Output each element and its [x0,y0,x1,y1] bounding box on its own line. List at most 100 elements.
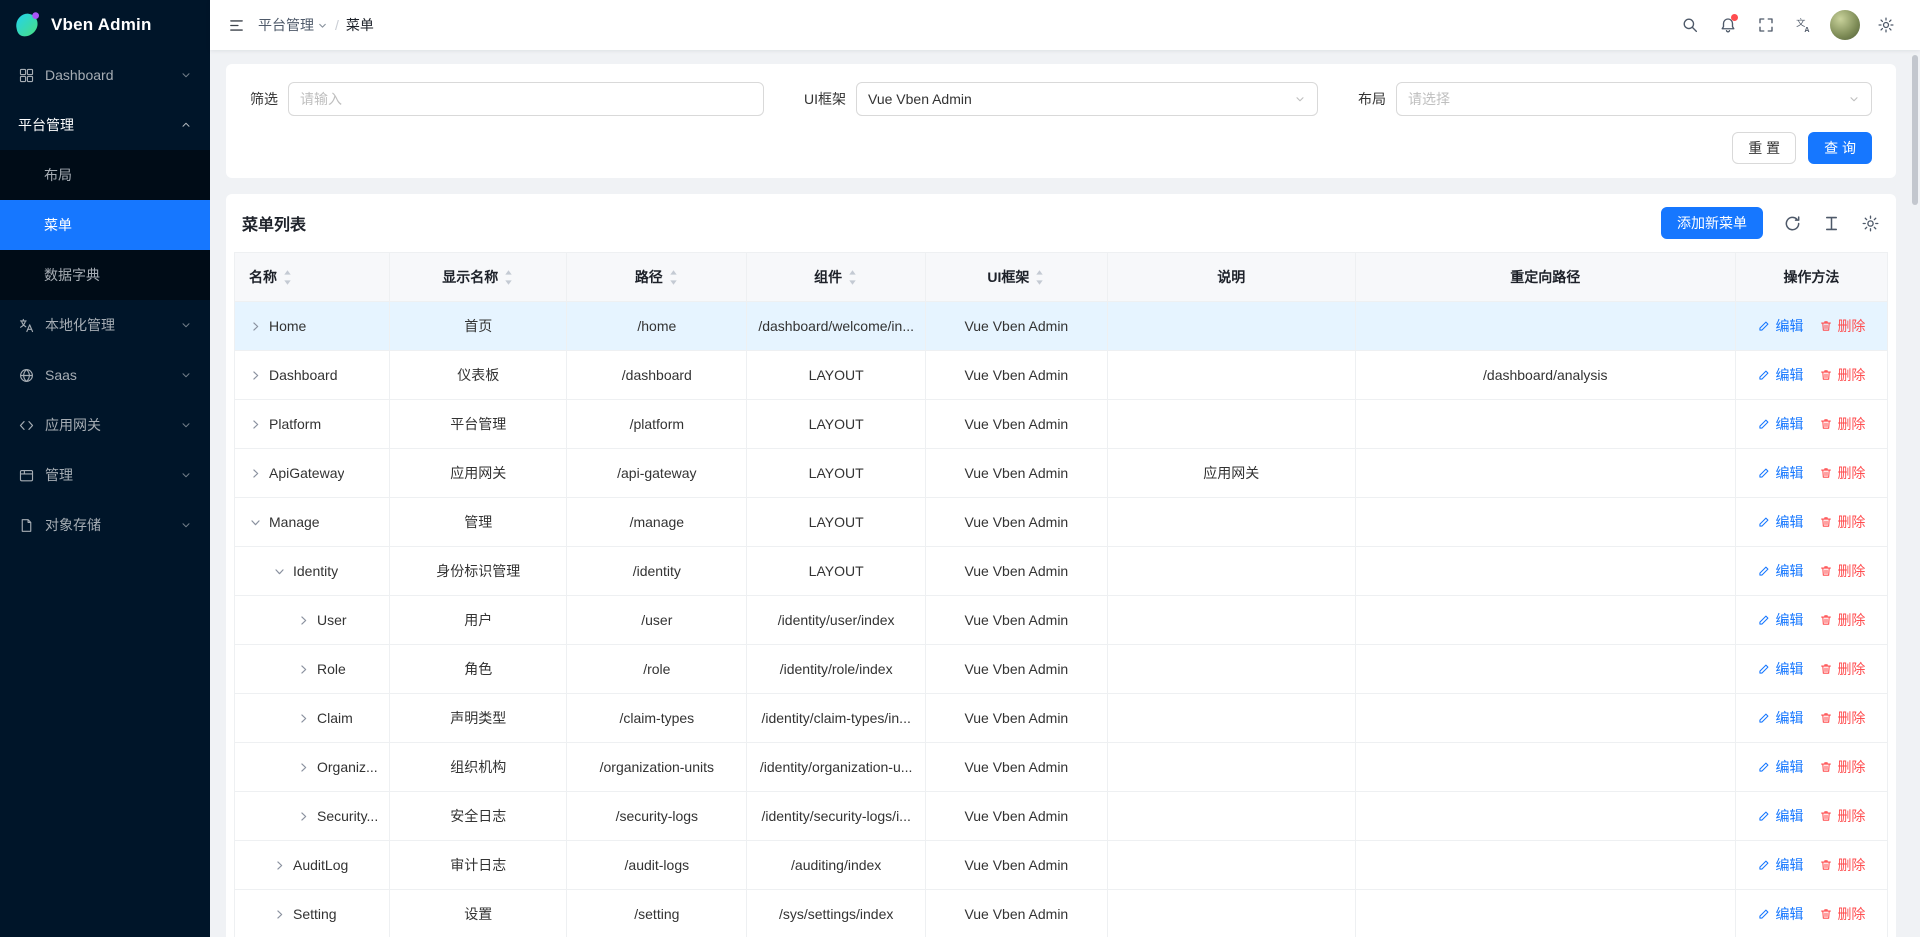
fullscreen-icon[interactable] [1748,7,1784,43]
row-expander-icon[interactable] [273,908,286,921]
user-avatar[interactable] [1830,10,1860,40]
edit-button[interactable]: 编辑 [1757,904,1803,924]
sidebar-item-saas[interactable]: Saas [0,350,210,400]
column-header-ui-framework[interactable]: UI框架 [925,253,1107,302]
scrollbar-thumb[interactable] [1912,55,1918,205]
delete-button[interactable]: 删除 [1819,806,1865,826]
sort-icon[interactable] [282,269,293,286]
column-settings-icon[interactable] [1861,214,1880,233]
cell-value: /identity/organization-u... [760,759,913,775]
table-toolbar-actions: 添加新菜单 [1661,207,1880,239]
delete-button[interactable]: 删除 [1819,365,1865,385]
delete-button[interactable]: 删除 [1819,904,1865,924]
row-expander-icon[interactable] [297,663,310,676]
edit-button[interactable]: 编辑 [1757,610,1803,630]
sidebar-item-object-storage[interactable]: 对象存储 [0,500,210,550]
sidebar-item-app-gateway[interactable]: 应用网关 [0,400,210,450]
reset-button[interactable]: 重 置 [1732,132,1796,164]
query-button[interactable]: 查 询 [1808,132,1872,164]
chevron-down-icon [1848,93,1860,105]
page-scrollbar[interactable] [1909,0,1920,937]
delete-button[interactable]: 删除 [1819,855,1865,875]
edit-button[interactable]: 编辑 [1757,463,1803,483]
language-icon[interactable]: 文A [1786,7,1822,43]
delete-button[interactable]: 删除 [1819,512,1865,532]
sort-icon[interactable] [503,269,514,286]
row-expander-icon[interactable] [273,565,286,578]
cell-value: /role [643,661,670,677]
delete-button[interactable]: 删除 [1819,708,1865,728]
column-header-display-name[interactable]: 显示名称 [390,253,567,302]
row-name: ApiGateway [269,465,344,481]
delete-button-label: 删除 [1837,512,1865,532]
column-header-component[interactable]: 组件 [747,253,926,302]
app-logo[interactable]: Vben Admin [0,0,210,50]
cell-display-name: 组织机构 [390,743,567,792]
edit-button[interactable]: 编辑 [1757,855,1803,875]
search-icon[interactable] [1672,7,1708,43]
delete-button[interactable]: 删除 [1819,610,1865,630]
column-header-path[interactable]: 路径 [567,253,747,302]
delete-button[interactable]: 删除 [1819,561,1865,581]
filter-panel: 筛选 UI框架 Vue Vben Admin 布局 [226,64,1896,178]
row-expander-icon[interactable] [249,516,262,529]
delete-button-label: 删除 [1837,708,1865,728]
edit-button[interactable]: 编辑 [1757,316,1803,336]
row-expander-icon[interactable] [297,712,310,725]
filter-keyword-input[interactable] [288,82,764,116]
row-expander-icon[interactable] [249,418,262,431]
sidebar-subitem-data-dictionary[interactable]: 数据字典 [0,250,210,300]
row-expander-icon[interactable] [273,859,286,872]
edit-button[interactable]: 编辑 [1757,414,1803,434]
row-expander-icon[interactable] [297,810,310,823]
sidebar-subitem-layout[interactable]: 布局 [0,150,210,200]
layout-select[interactable]: 请选择 [1396,82,1872,116]
delete-button[interactable]: 删除 [1819,659,1865,679]
column-header-name[interactable]: 名称 [235,253,390,302]
sort-icon[interactable] [668,269,679,286]
row-expander-icon[interactable] [297,761,310,774]
filter-field-keyword: 筛选 [250,82,764,116]
cell-name: Claim [235,694,390,743]
breadcrumb-parent[interactable]: 平台管理 [258,15,328,35]
edit-button[interactable]: 编辑 [1757,806,1803,826]
sidebar-subitem-menu[interactable]: 菜单 [0,200,210,250]
edit-button[interactable]: 编辑 [1757,708,1803,728]
delete-button[interactable]: 删除 [1819,316,1865,336]
delete-button[interactable]: 删除 [1819,414,1865,434]
row-height-icon[interactable] [1822,214,1841,233]
add-menu-button[interactable]: 添加新菜单 [1661,207,1763,239]
sidebar-item-localization[interactable]: 本地化管理 [0,300,210,350]
edit-button-label: 编辑 [1775,806,1803,826]
table-body: Home首页/home/dashboard/welcome/in...Vue V… [235,302,1888,937]
sidebar-item-manage[interactable]: 管理 [0,450,210,500]
sidebar-collapse-icon[interactable] [220,9,252,41]
edit-button[interactable]: 编辑 [1757,659,1803,679]
cell-value: /home [637,318,676,334]
row-expander-icon[interactable] [249,369,262,382]
edit-button[interactable]: 编辑 [1757,512,1803,532]
notification-bell-icon[interactable] [1710,7,1746,43]
cell-description [1107,596,1355,645]
delete-button[interactable]: 删除 [1819,463,1865,483]
sidebar-item-platform-management[interactable]: 平台管理 [0,100,210,150]
cell-value: LAYOUT [809,563,864,579]
edit-button[interactable]: 编辑 [1757,365,1803,385]
refresh-icon[interactable] [1783,214,1802,233]
sort-icon[interactable] [1034,269,1045,286]
cell-name: User [235,596,390,645]
edit-button[interactable]: 编辑 [1757,561,1803,581]
row-expander-icon[interactable] [249,320,262,333]
settings-gear-icon[interactable] [1868,7,1904,43]
row-name: Home [269,318,306,334]
delete-button[interactable]: 删除 [1819,757,1865,777]
edit-button[interactable]: 编辑 [1757,757,1803,777]
sidebar-item-dashboard[interactable]: Dashboard [0,50,210,100]
table-header-row: 名称显示名称路径组件UI框架说明重定向路径操作方法 [235,253,1888,302]
sort-icon[interactable] [847,269,858,286]
cell-name: Security... [235,792,390,841]
row-expander-icon[interactable] [297,614,310,627]
cell-display-name: 用户 [390,596,567,645]
ui-framework-select[interactable]: Vue Vben Admin [856,82,1318,116]
row-expander-icon[interactable] [249,467,262,480]
